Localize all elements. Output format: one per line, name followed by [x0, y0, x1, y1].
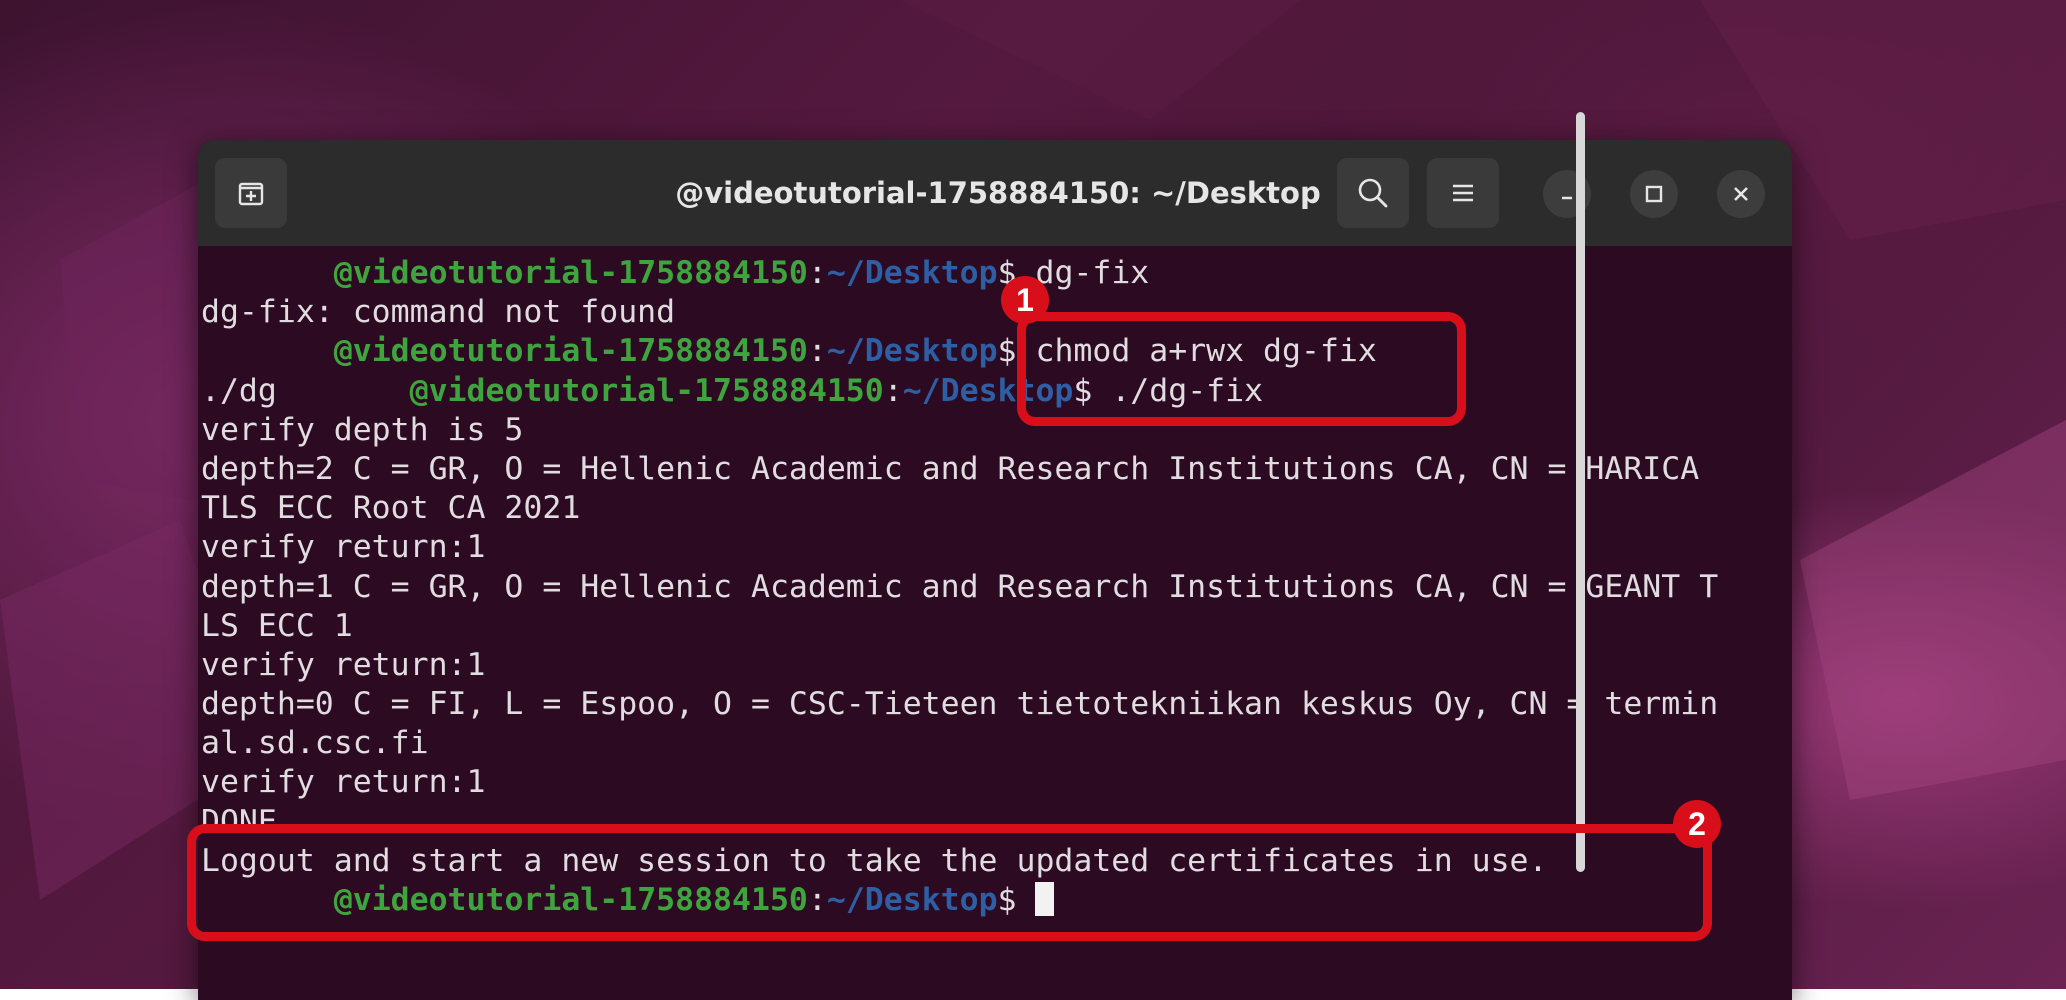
prompt-user: @videotutorial-1758884150 [333, 333, 808, 370]
highlight-box-2 [187, 824, 1712, 941]
minimize-icon [1562, 196, 1572, 200]
menu-button[interactable] [1427, 158, 1499, 228]
line-text: depth=2 C = GR, O = Hellenic Academic an… [201, 450, 1700, 487]
terminal-line: @videotutorial-1758884150:~/Desktop$ dg-… [201, 254, 1718, 293]
line-text: LS ECC 1 [201, 607, 353, 644]
terminal-line: depth=1 C = GR, O = Hellenic Academic an… [201, 568, 1718, 607]
highlight-box-1 [1017, 312, 1466, 426]
terminal-scrollbar[interactable] [1576, 112, 1585, 872]
new-tab-button[interactable] [215, 158, 287, 228]
terminal-line: verify return:1 [201, 646, 1718, 685]
line-text: depth=1 C = GR, O = Hellenic Academic an… [201, 568, 1719, 605]
terminal-line: al.sd.csc.fi [201, 724, 1718, 763]
terminal-line: verify return:1 [201, 528, 1718, 567]
terminal-line: TLS ECC Root CA 2021 [201, 489, 1718, 528]
line-prefix: ./dg [201, 372, 410, 409]
terminal-line: depth=2 C = GR, O = Hellenic Academic an… [201, 450, 1718, 489]
line-text: TLS ECC Root CA 2021 [201, 490, 581, 527]
prompt-indent [201, 255, 334, 291]
prompt-separator: : [807, 255, 827, 291]
terminal-line: verify depth is 5 [201, 411, 1718, 450]
close-button[interactable] [1717, 170, 1765, 218]
prompt-separator: : [807, 333, 827, 370]
terminal-line: depth=0 C = FI, L = Espoo, O = CSC-Tiete… [201, 685, 1718, 724]
search-icon [1358, 178, 1388, 208]
prompt-user: @videotutorial-1758884150 [333, 255, 808, 291]
line-text: al.sd.csc.fi [201, 725, 429, 762]
line-text: verify return:1 [201, 529, 486, 566]
search-button[interactable] [1337, 158, 1409, 228]
prompt-indent [201, 333, 334, 369]
maximize-icon [1645, 185, 1663, 203]
close-icon [1734, 187, 1748, 201]
line-text: depth=0 C = FI, L = Espoo, O = CSC-Tiete… [201, 686, 1719, 723]
new-tab-icon [238, 182, 264, 206]
terminal-line: @videotutorial-1758884150:~/Desktop$ chm… [201, 332, 1718, 371]
terminal-line: dg-fix: command not found [201, 293, 1718, 332]
prompt-path: ~/Desktop [826, 333, 998, 370]
prompt-path: ~/Desktop [826, 255, 998, 291]
line-text: verify return:1 [201, 764, 486, 801]
terminal-line: ./dg @videotutorial-1758884150:~/Desktop… [201, 372, 1718, 411]
title-bar[interactable]: @videotutorial-1758884150: ~/Desktop [198, 140, 1792, 247]
step-badge-1: 1 [1001, 276, 1049, 324]
hamburger-menu-icon [1453, 184, 1473, 202]
line-text: verify depth is 5 [201, 411, 524, 448]
line-text: dg-fix: command not found [201, 294, 676, 331]
window-title: @videotutorial-1758884150: ~/Desktop [675, 176, 1321, 210]
line-text: verify return:1 [201, 646, 486, 683]
prompt-separator: : [883, 372, 903, 409]
terminal-line: LS ECC 1 [201, 607, 1718, 646]
step-badge-2: 2 [1673, 800, 1721, 848]
maximize-button[interactable] [1630, 170, 1678, 218]
prompt-user: @videotutorial-1758884150 [409, 372, 884, 409]
terminal-line: verify return:1 [201, 763, 1718, 802]
terminal-output: @videotutorial-1758884150:~/Desktop$ dg-… [201, 254, 1718, 920]
